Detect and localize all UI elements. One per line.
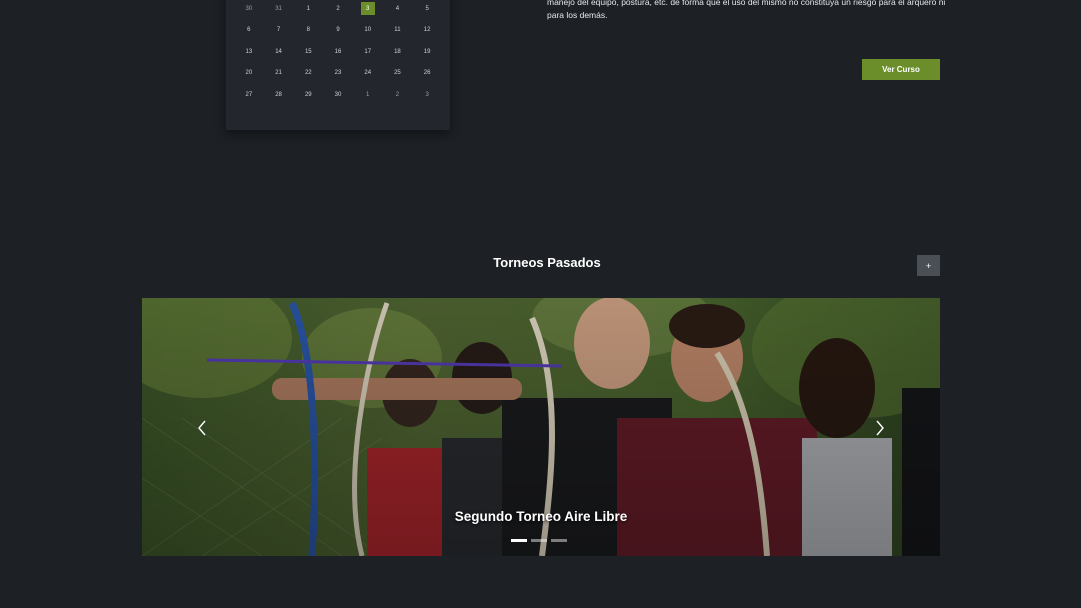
calendar-day[interactable]: 29 [293, 84, 323, 106]
calendar-day-number: 23 [334, 70, 342, 77]
calendar-day-number: 31 [275, 5, 282, 12]
calendar-day[interactable]: 19 [412, 41, 442, 63]
calendar-day-number: 9 [336, 27, 340, 34]
calendar-day[interactable]: 30 [234, 0, 264, 20]
calendar-day[interactable]: 27 [234, 84, 264, 106]
calendar-day[interactable]: 2 [323, 0, 353, 20]
calendar-day[interactable]: 5 [412, 0, 442, 20]
calendar-day[interactable]: 26 [412, 63, 442, 85]
carousel-prev-button[interactable] [192, 416, 212, 440]
calendar-day-number: 11 [394, 27, 401, 34]
calendar-day-number: 5 [425, 5, 429, 12]
calendar-day-number: 18 [394, 48, 401, 55]
view-course-button[interactable]: Ver Curso [862, 59, 940, 80]
calendar-day[interactable]: 21 [264, 63, 294, 85]
calendar-day-number: 7 [276, 27, 281, 34]
carousel-indicator[interactable] [511, 539, 527, 542]
more-tournaments-button[interactable]: + [917, 255, 940, 276]
calendar-day-number: 30 [334, 91, 342, 98]
calendar-day-number: 15 [304, 48, 312, 55]
calendar-day[interactable]: 9 [323, 20, 353, 42]
calendar-day-number: 16 [334, 48, 342, 55]
calendar-day[interactable]: 30 [323, 84, 353, 106]
calendar-day[interactable]: 22 [293, 63, 323, 85]
carousel-next-button[interactable] [870, 416, 890, 440]
calendar-day-number: 8 [306, 27, 310, 34]
calendar-day[interactable]: 4 [383, 0, 413, 20]
calendar-day-number: 24 [364, 70, 372, 77]
calendar-day[interactable]: 8 [293, 20, 323, 42]
calendar-day[interactable]: 2 [383, 84, 413, 106]
calendar-day[interactable]: 12 [412, 20, 442, 42]
calendar-day[interactable]: 16 [323, 41, 353, 63]
calendar-day-number: 2 [336, 5, 340, 12]
carousel-indicator[interactable] [551, 539, 567, 542]
calendar-day-number: 1 [366, 91, 370, 98]
calendar-day[interactable]: 23 [323, 63, 353, 85]
calendar-day-number: 26 [423, 70, 431, 77]
calendar-day-number: 17 [364, 48, 372, 55]
tournament-carousel: Segundo Torneo Aire Libre [142, 298, 940, 556]
calendar-day-number: 14 [275, 48, 282, 55]
calendar-day[interactable]: 13 [234, 41, 264, 63]
section-title: Torneos Pasados [493, 255, 601, 270]
calendar-day-number: 3 [360, 2, 375, 16]
calendar-day[interactable]: 15 [293, 41, 323, 63]
calendar-day-number: 27 [245, 91, 253, 98]
calendar-day-number: 19 [423, 48, 431, 55]
calendar-day-number: 10 [364, 27, 372, 34]
calendar-day[interactable]: 18 [383, 41, 413, 63]
calendar-day-number: 20 [245, 70, 253, 77]
calendar-day-number: 2 [395, 91, 400, 98]
calendar-day-number: 21 [275, 70, 282, 77]
carousel-indicators [511, 539, 567, 542]
chevron-left-icon [198, 420, 206, 436]
calendar-day-number: 4 [395, 5, 400, 12]
calendar-day-number: 6 [247, 27, 251, 34]
calendar-day[interactable]: 14 [264, 41, 294, 63]
calendar-day-number: 28 [275, 91, 282, 98]
calendar-day[interactable]: 11 [383, 20, 413, 42]
calendar-day-number: 25 [394, 70, 401, 77]
calendar-grid: 30 31 1 2 3 4 5 6 7 8 9 10 11 12 13 14 15 16 17 18 19 20 21 22 2… [234, 0, 442, 106]
page: 30 31 1 2 3 4 5 6 7 8 9 10 11 12 13 14 15 16 17 18 19 20 21 22 2… [0, 0, 1081, 608]
calendar-day-number: 13 [245, 48, 253, 55]
calendar-day[interactable]: 31 [264, 0, 294, 20]
chevron-right-icon [876, 420, 884, 436]
calendar-day-number: 3 [425, 91, 429, 98]
calendar-day[interactable]: 7 [264, 20, 294, 42]
calendar-day-number: 22 [304, 70, 312, 77]
calendar-day[interactable]: 25 [383, 63, 413, 85]
calendar-day[interactable]: 17 [353, 41, 383, 63]
calendar-day[interactable]: 10 [353, 20, 383, 42]
calendar-day[interactable]: 20 [234, 63, 264, 85]
calendar-day[interactable]: 3 [353, 0, 383, 20]
course-description: manejo del equipo, postura, etc. de form… [547, 0, 946, 20]
calendar-day[interactable]: 1 [293, 0, 323, 20]
calendar-day[interactable]: 24 [353, 63, 383, 85]
calendar-day[interactable]: 28 [264, 84, 294, 106]
calendar-day[interactable]: 1 [353, 84, 383, 106]
carousel-indicator[interactable] [531, 539, 547, 542]
calendar-day[interactable]: 3 [412, 84, 442, 106]
calendar-day-number: 29 [304, 91, 312, 98]
calendar: 30 31 1 2 3 4 5 6 7 8 9 10 11 12 13 14 15 16 17 18 19 20 21 22 2… [226, 0, 450, 130]
calendar-day-number: 1 [306, 5, 310, 12]
calendar-day[interactable]: 6 [234, 20, 264, 42]
calendar-day-number: 12 [423, 27, 431, 34]
slide-caption: Segundo Torneo Aire Libre [454, 509, 628, 524]
calendar-day-number: 30 [245, 5, 253, 12]
